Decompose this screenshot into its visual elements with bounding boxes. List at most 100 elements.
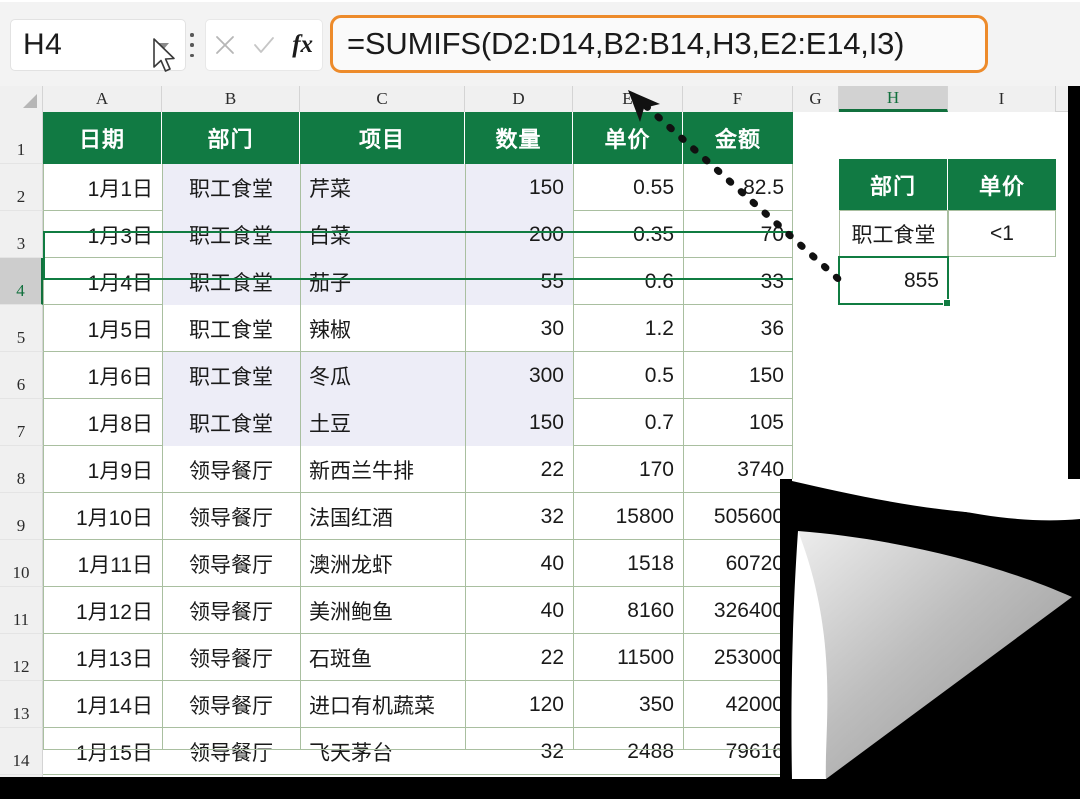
cell-date-row-12[interactable]: 1月13日: [43, 634, 162, 681]
cell-amount-row-3[interactable]: 70: [683, 211, 793, 258]
cell-amount-row-14[interactable]: 79616: [683, 728, 793, 775]
cell-date-row-4[interactable]: 1月4日: [43, 258, 162, 305]
row-header-14[interactable]: 14: [0, 728, 43, 775]
cell-amount-row-2[interactable]: 82.5: [683, 164, 793, 211]
cell-qty-row-2[interactable]: 150: [465, 164, 573, 211]
cell-dept-row-13[interactable]: 领导餐厅: [162, 681, 300, 728]
row-header-11[interactable]: 11: [0, 587, 43, 634]
cell-item-row-4[interactable]: 茄子: [300, 258, 465, 305]
row-header-12[interactable]: 12: [0, 634, 43, 681]
cell-dept-row-8[interactable]: 领导餐厅: [162, 446, 300, 493]
column-header-f[interactable]: F: [683, 86, 793, 112]
cell-dept-row-9[interactable]: 领导餐厅: [162, 493, 300, 540]
cell-dept-row-3[interactable]: 职工食堂: [162, 211, 300, 258]
row-header-6[interactable]: 6: [0, 352, 43, 399]
cell-date-row-13[interactable]: 1月14日: [43, 681, 162, 728]
cell-dept-row-12[interactable]: 领导餐厅: [162, 634, 300, 681]
cell-item-row-9[interactable]: 法国红酒: [300, 493, 465, 540]
cell-qty-row-14[interactable]: 32: [465, 728, 573, 775]
cell-dept-row-5[interactable]: 职工食堂: [162, 305, 300, 352]
cell-date-row-10[interactable]: 1月11日: [43, 540, 162, 587]
cell-price-row-10[interactable]: 1518: [573, 540, 683, 587]
cell-qty-row-12[interactable]: 22: [465, 634, 573, 681]
column-header-e[interactable]: E: [573, 86, 683, 112]
close-icon[interactable]: [210, 28, 240, 62]
cell-date-row-5[interactable]: 1月5日: [43, 305, 162, 352]
cell-price-row-12[interactable]: 11500: [573, 634, 683, 681]
column-header-d[interactable]: D: [465, 86, 573, 112]
column-header-i[interactable]: I: [948, 86, 1056, 112]
row-header-1[interactable]: 1: [0, 112, 43, 164]
worksheet-grid[interactable]: A B C D E F G H I 1 2 3 4 5 6 7 8 9 10 1…: [0, 86, 1080, 799]
lookup-criteria-dept[interactable]: 职工食堂: [839, 210, 948, 257]
cell-price-row-3[interactable]: 0.35: [573, 211, 683, 258]
cell-price-row-14[interactable]: 2488: [573, 728, 683, 775]
cell-date-row-9[interactable]: 1月10日: [43, 493, 162, 540]
cell-amount-row-13[interactable]: 42000: [683, 681, 793, 728]
cell-date-row-7[interactable]: 1月8日: [43, 399, 162, 446]
cell-item-row-11[interactable]: 美洲鲍鱼: [300, 587, 465, 634]
kebab-menu-icon[interactable]: [184, 30, 200, 60]
fill-handle[interactable]: [943, 299, 951, 307]
cell-dept-row-14[interactable]: 领导餐厅: [162, 728, 300, 775]
row-header-3[interactable]: 3: [0, 211, 43, 258]
cell-date-row-2[interactable]: 1月1日: [43, 164, 162, 211]
cell-item-row-2[interactable]: 芹菜: [300, 164, 465, 211]
cell-qty-row-4[interactable]: 55: [465, 258, 573, 305]
active-cell-h4[interactable]: 855: [838, 256, 949, 305]
cell-item-row-8[interactable]: 新西兰牛排: [300, 446, 465, 493]
row-header-2[interactable]: 2: [0, 164, 43, 211]
cell-item-row-10[interactable]: 澳洲龙虾: [300, 540, 465, 587]
cell-qty-row-8[interactable]: 22: [465, 446, 573, 493]
cell-date-row-11[interactable]: 1月12日: [43, 587, 162, 634]
column-header-b[interactable]: B: [162, 86, 300, 112]
cell-price-row-6[interactable]: 0.5: [573, 352, 683, 399]
cell-qty-row-6[interactable]: 300: [465, 352, 573, 399]
cell-amount-row-7[interactable]: 105: [683, 399, 793, 446]
cell-date-row-8[interactable]: 1月9日: [43, 446, 162, 493]
check-icon[interactable]: [249, 28, 279, 62]
cell-amount-row-11[interactable]: 326400: [683, 587, 793, 634]
cell-qty-row-7[interactable]: 150: [465, 399, 573, 446]
cell-amount-row-8[interactable]: 3740: [683, 446, 793, 493]
fx-icon[interactable]: fx: [288, 28, 318, 62]
cell-dept-row-4[interactable]: 职工食堂: [162, 258, 300, 305]
cell-price-row-9[interactable]: 15800: [573, 493, 683, 540]
column-header-a[interactable]: A: [43, 86, 162, 112]
cell-price-row-7[interactable]: 0.7: [573, 399, 683, 446]
cell-qty-row-3[interactable]: 200: [465, 211, 573, 258]
lookup-criteria-price[interactable]: <1: [948, 210, 1056, 257]
cell-amount-row-5[interactable]: 36: [683, 305, 793, 352]
cell-item-row-6[interactable]: 冬瓜: [300, 352, 465, 399]
cell-dept-row-7[interactable]: 职工食堂: [162, 399, 300, 446]
cell-item-row-5[interactable]: 辣椒: [300, 305, 465, 352]
cell-item-row-3[interactable]: 白菜: [300, 211, 465, 258]
cell-dept-row-11[interactable]: 领导餐厅: [162, 587, 300, 634]
row-header-5[interactable]: 5: [0, 305, 43, 352]
cell-dept-row-2[interactable]: 职工食堂: [162, 164, 300, 211]
cell-price-row-4[interactable]: 0.6: [573, 258, 683, 305]
cell-date-row-6[interactable]: 1月6日: [43, 352, 162, 399]
cell-qty-row-9[interactable]: 32: [465, 493, 573, 540]
cell-qty-row-13[interactable]: 120: [465, 681, 573, 728]
cell-amount-row-10[interactable]: 60720: [683, 540, 793, 587]
cell-dept-row-6[interactable]: 职工食堂: [162, 352, 300, 399]
cell-amount-row-4[interactable]: 33: [683, 258, 793, 305]
cell-price-row-8[interactable]: 170: [573, 446, 683, 493]
cell-item-row-7[interactable]: 土豆: [300, 399, 465, 446]
cell-item-row-14[interactable]: 飞天茅台: [300, 728, 465, 775]
cell-amount-row-6[interactable]: 150: [683, 352, 793, 399]
cell-item-row-12[interactable]: 石斑鱼: [300, 634, 465, 681]
row-header-7[interactable]: 7: [0, 399, 43, 446]
cell-price-row-11[interactable]: 8160: [573, 587, 683, 634]
cell-qty-row-11[interactable]: 40: [465, 587, 573, 634]
column-header-c[interactable]: C: [300, 86, 465, 112]
cell-dept-row-10[interactable]: 领导餐厅: [162, 540, 300, 587]
cell-price-row-2[interactable]: 0.55: [573, 164, 683, 211]
column-header-g[interactable]: G: [793, 86, 839, 112]
row-header-4[interactable]: 4: [0, 258, 43, 305]
row-header-13[interactable]: 13: [0, 681, 43, 728]
row-header-10[interactable]: 10: [0, 540, 43, 587]
row-header-9[interactable]: 9: [0, 493, 43, 540]
column-header-h[interactable]: H: [839, 86, 948, 112]
